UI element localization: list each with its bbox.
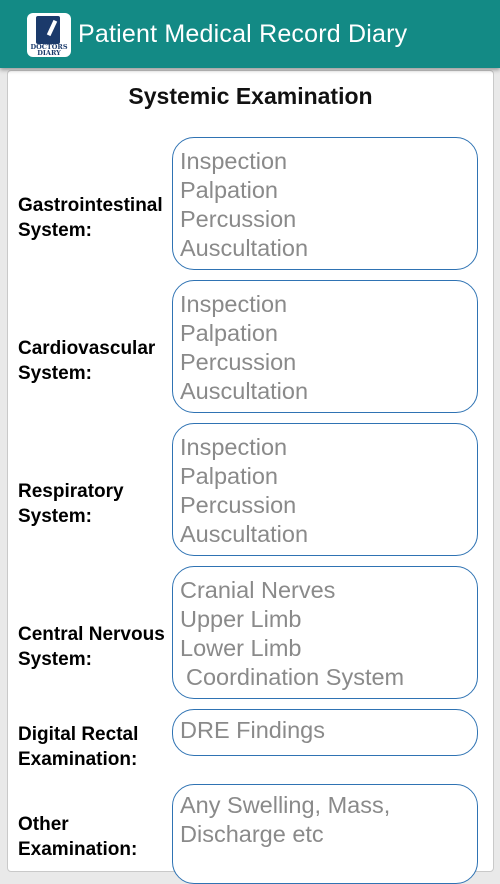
cns-placeholder-4: Coordination System	[186, 664, 405, 690]
respiratory-placeholder-4: Auscultation	[180, 521, 309, 547]
other-label: Other Examination:	[18, 812, 178, 862]
dre-label-line1: Digital Rectal	[18, 724, 139, 745]
dre-label: Digital Rectal Examination:	[18, 722, 178, 772]
cns-input[interactable]: Cranial Nerves Upper Limb Lower Limb Coo…	[172, 566, 478, 699]
cns-label-line1: Central Nervous	[18, 624, 165, 645]
cns-label-line2: System:	[18, 649, 92, 670]
gastrointestinal-label-line2: System:	[18, 220, 92, 241]
other-label-line2: Examination:	[18, 839, 138, 860]
cardiovascular-input[interactable]: Inspection Palpation Percussion Ausculta…	[172, 280, 478, 413]
respiratory-placeholder-3: Percussion	[180, 492, 297, 518]
dre-placeholder: DRE Findings	[180, 717, 325, 743]
book-pen-icon	[36, 16, 60, 44]
cardiovascular-placeholder-2: Palpation	[180, 320, 278, 346]
cns-label: Central Nervous System:	[18, 622, 178, 672]
other-placeholder-1: Any Swelling, Mass,	[180, 792, 391, 818]
gastrointestinal-label: Gastrointestinal System:	[18, 193, 178, 243]
cns-placeholder-2: Upper Limb	[180, 606, 302, 632]
gastrointestinal-placeholder-2: Palpation	[180, 177, 278, 203]
cardiovascular-label-line1: Cardiovascular	[18, 338, 156, 359]
other-placeholder-2: Discharge etc	[180, 821, 324, 847]
cardiovascular-label-line2: System:	[18, 363, 92, 384]
respiratory-label-line2: System:	[18, 506, 92, 527]
gastrointestinal-label-line1: Gastrointestinal	[18, 195, 163, 216]
cardiovascular-label: Cardiovascular System:	[18, 336, 178, 386]
other-input[interactable]: Any Swelling, Mass, Discharge etc	[172, 784, 478, 884]
section-title: Systemic Examination	[128, 83, 373, 109]
cardiovascular-placeholder-4: Auscultation	[180, 378, 309, 404]
dre-label-line2: Examination:	[18, 749, 138, 770]
cns-placeholder-1: Cranial Nerves	[180, 577, 336, 603]
other-label-line1: Other	[18, 814, 69, 835]
gastrointestinal-placeholder-4: Auscultation	[180, 235, 309, 261]
systemic-examination-card: Systemic Examination Gastrointestinal Sy…	[7, 70, 494, 884]
doctors-diary-app-icon[interactable]: DOCTORS DIARY	[27, 13, 71, 57]
gastrointestinal-placeholder-3: Percussion	[180, 206, 297, 232]
app-bar: DOCTORS DIARY Patient Medical Record Dia…	[0, 0, 500, 68]
cardiovascular-placeholder-3: Percussion	[180, 349, 297, 375]
respiratory-label-line1: Respiratory	[18, 481, 124, 502]
gastrointestinal-placeholder-1: Inspection	[180, 148, 288, 174]
cns-placeholder-3: Lower Limb	[180, 635, 302, 661]
respiratory-placeholder-2: Palpation	[180, 463, 278, 489]
dre-input[interactable]: DRE Findings	[172, 709, 478, 756]
app-title: Patient Medical Record Diary	[78, 20, 408, 48]
respiratory-input[interactable]: Inspection Palpation Percussion Ausculta…	[172, 423, 478, 556]
respiratory-label: Respiratory System:	[18, 479, 178, 529]
gastrointestinal-input[interactable]: Inspection Palpation Percussion Ausculta…	[172, 137, 478, 270]
cardiovascular-placeholder-1: Inspection	[180, 291, 288, 317]
respiratory-placeholder-1: Inspection	[180, 434, 288, 460]
app-icon-text-line2: DIARY	[37, 49, 61, 57]
